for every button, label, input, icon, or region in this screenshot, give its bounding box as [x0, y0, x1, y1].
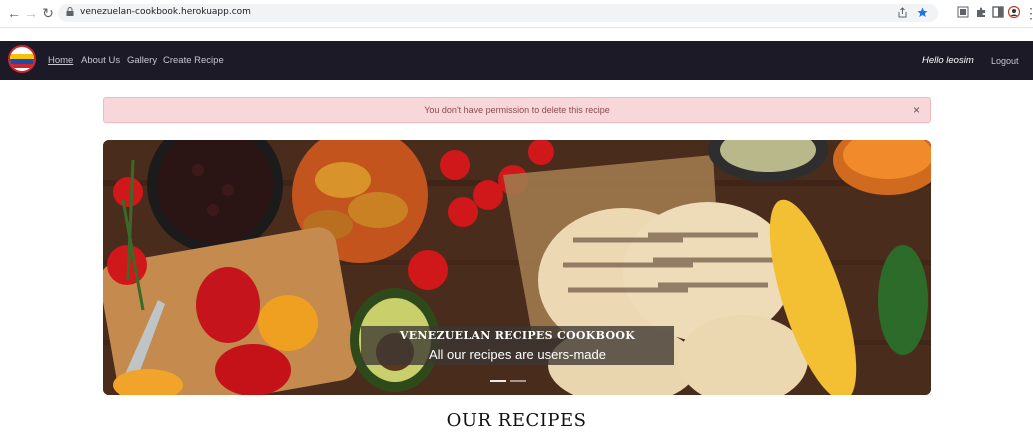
- user-greeting: Hello leosim: [922, 55, 974, 66]
- lock-icon: [66, 7, 74, 16]
- site-navbar: Home About Us Gallery Create Recipe Hell…: [0, 41, 1033, 80]
- nav-link-create-recipe[interactable]: Create Recipe: [163, 55, 224, 66]
- reload-icon[interactable]: ↻: [40, 5, 56, 21]
- profile-icon[interactable]: [1008, 6, 1020, 18]
- nav-link-home[interactable]: Home: [48, 55, 73, 66]
- extension-icon[interactable]: [957, 6, 969, 18]
- carousel-indicator[interactable]: [510, 380, 526, 382]
- alert-message: You don't have permission to delete this…: [424, 105, 610, 115]
- star-icon[interactable]: [917, 7, 928, 18]
- hero-carousel: VENEZUELAN RECIPES COOKBOOK All our reci…: [103, 140, 931, 395]
- address-url: venezuelan-cookbook.herokuapp.com: [80, 7, 251, 17]
- hero-subtitle: All our recipes are users-made: [428, 347, 607, 362]
- site-logo[interactable]: [8, 45, 36, 73]
- puzzle-icon[interactable]: [975, 6, 987, 18]
- logout-link[interactable]: Logout: [991, 56, 1019, 66]
- section-title: OUR RECIPES: [446, 410, 587, 431]
- forward-arrow-icon[interactable]: →: [23, 5, 39, 21]
- sidebar-icon[interactable]: [992, 6, 1004, 18]
- hero-caption: VENEZUELAN RECIPES COOKBOOK All our reci…: [361, 326, 674, 365]
- close-icon[interactable]: ×: [913, 103, 920, 117]
- nav-link-gallery[interactable]: Gallery: [127, 55, 157, 66]
- browser-toolbar: ← → ↻ venezuelan-cookbook.herokuapp.com …: [0, 0, 1033, 28]
- share-icon[interactable]: [897, 7, 908, 18]
- address-bar[interactable]: venezuelan-cookbook.herokuapp.com: [58, 4, 938, 22]
- more-icon[interactable]: ⋮: [1024, 5, 1033, 21]
- nav-link-about-us[interactable]: About Us: [81, 55, 120, 66]
- permission-alert: You don't have permission to delete this…: [103, 97, 931, 123]
- hero-title: VENEZUELAN RECIPES COOKBOOK: [399, 329, 636, 342]
- carousel-indicator-active[interactable]: [490, 380, 506, 382]
- back-arrow-icon[interactable]: ←: [6, 5, 22, 21]
